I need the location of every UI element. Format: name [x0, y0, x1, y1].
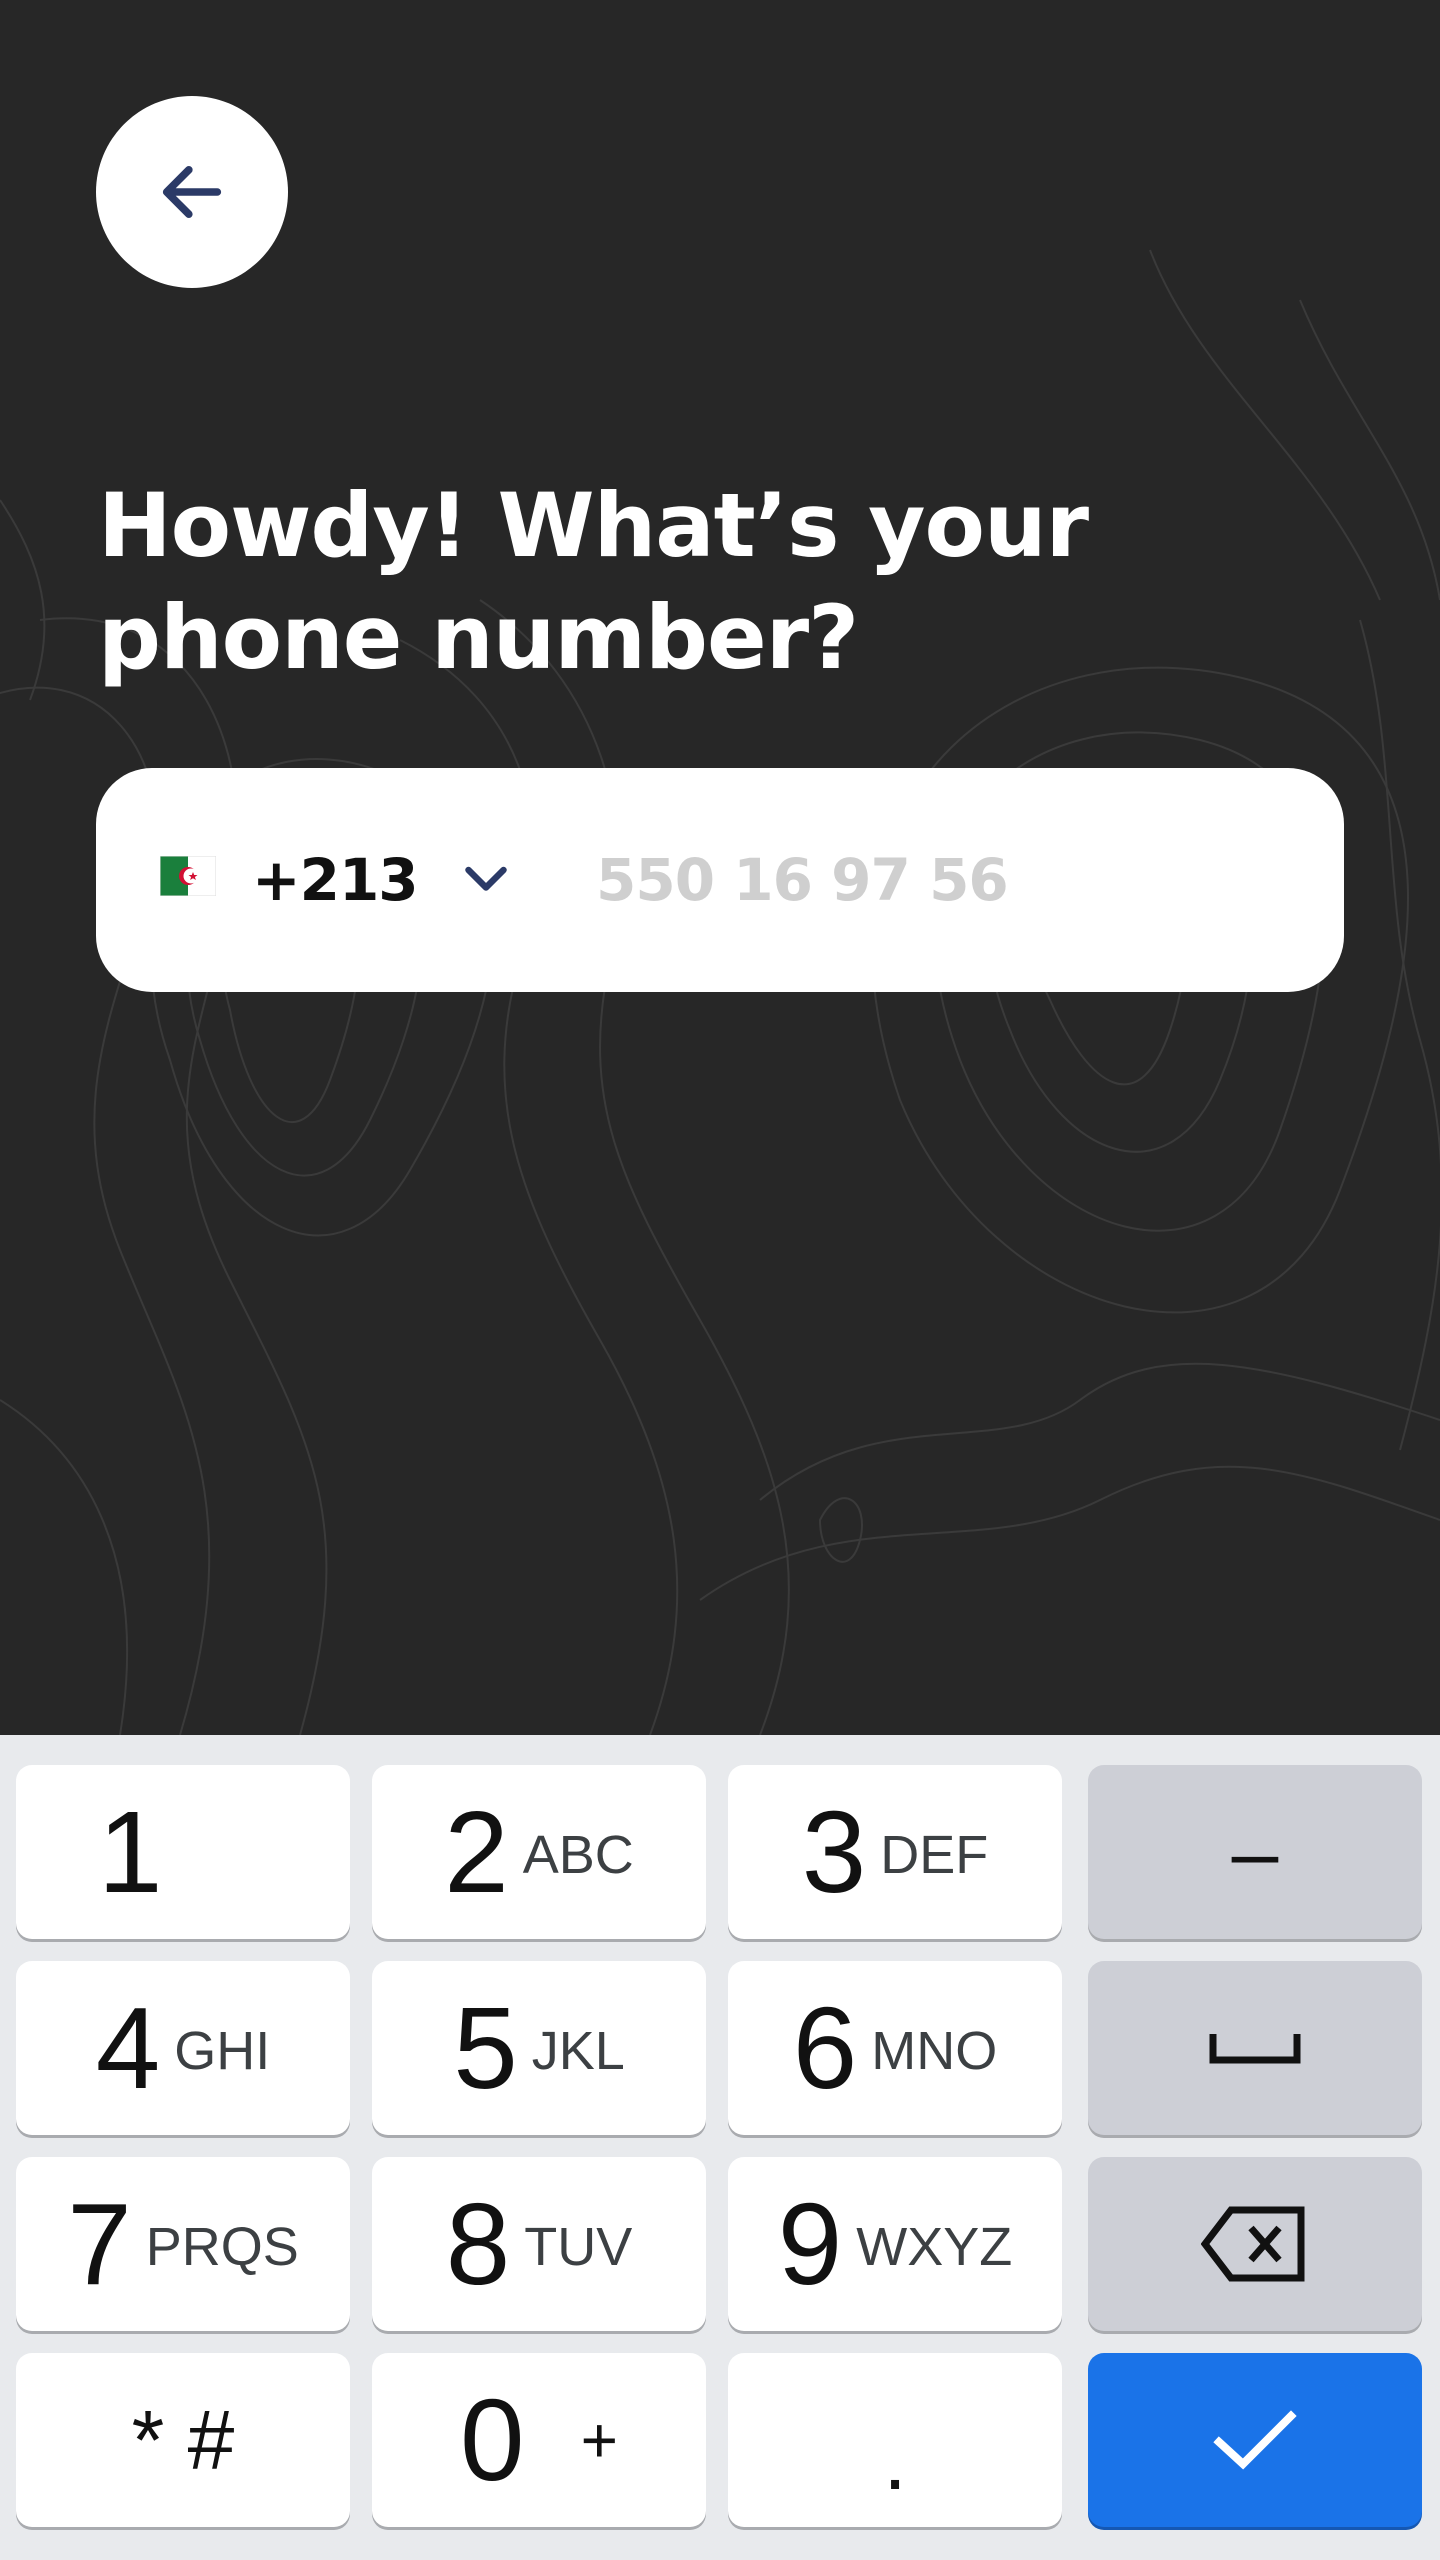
key-letters: GHI [174, 2021, 271, 2081]
key-digit: 0 [460, 2375, 525, 2505]
space-bar-icon [1209, 2034, 1301, 2064]
key-dot-label: . [883, 2412, 907, 2507]
key-letters: ABC [522, 1825, 634, 1885]
country-dropdown[interactable] [456, 850, 516, 910]
key-letters: JKL [531, 2021, 625, 2081]
key-1[interactable]: 1 [16, 1765, 350, 1939]
country-selector-flag[interactable] [160, 856, 216, 896]
key-dash[interactable]: – [1088, 1765, 1422, 1939]
key-4[interactable]: 4 GHI [16, 1961, 350, 2135]
key-digit: 5 [453, 1983, 518, 2113]
checkmark-icon [1213, 2410, 1297, 2470]
chevron-down-icon [465, 866, 507, 891]
key-digit: 7 [67, 2179, 132, 2309]
key-6[interactable]: 6 MNO [728, 1961, 1062, 2135]
key-dash-label: – [1231, 1804, 1279, 1899]
key-digit: 2 [444, 1787, 509, 1917]
phone-entry-screen: Howdy! What’s your phone number? +213 [0, 0, 1440, 1735]
key-plus-label: + [580, 2404, 618, 2476]
key-space[interactable] [1088, 1961, 1422, 2135]
key-dot[interactable]: . [728, 2353, 1062, 2527]
page-title: Howdy! What’s your phone number? [98, 470, 1298, 694]
key-3[interactable]: 3 DEF [728, 1765, 1062, 1939]
phone-number-input[interactable] [596, 830, 1296, 930]
back-button[interactable] [96, 96, 288, 288]
numeric-keyboard: 1 2 ABC 3 DEF – 4 GHI 5 JKL 6 MNO 7 PRQS… [0, 1735, 1440, 2560]
key-digit: 8 [445, 2179, 511, 2309]
key-0[interactable]: 0 + [372, 2353, 706, 2527]
backspace-icon [1201, 2206, 1305, 2282]
key-letters: TUV [524, 2217, 633, 2277]
key-digit: 3 [801, 1787, 867, 1917]
arrow-left-icon [162, 166, 222, 218]
key-digit: 4 [95, 1983, 161, 2113]
key-done[interactable] [1088, 2353, 1422, 2527]
page-title-line-1: Howdy! What’s your [98, 474, 1089, 577]
key-star-hash-label: * # [131, 2392, 235, 2487]
phone-number-field: +213 [96, 768, 1344, 992]
key-digit: 9 [777, 2179, 843, 2309]
key-letters: PRQS [145, 2217, 299, 2277]
key-7[interactable]: 7 PRQS [16, 2157, 350, 2331]
key-digit: 1 [98, 1787, 163, 1917]
key-digit: 6 [792, 1983, 858, 2113]
key-backspace[interactable] [1088, 2157, 1422, 2331]
key-5[interactable]: 5 JKL [372, 1961, 706, 2135]
key-letters: MNO [871, 2021, 998, 2081]
key-letters: WXYZ [856, 2217, 1013, 2277]
key-9[interactable]: 9 WXYZ [728, 2157, 1062, 2331]
page-title-line-2: phone number? [98, 586, 859, 689]
key-star-hash[interactable]: * # [16, 2353, 350, 2527]
key-2[interactable]: 2 ABC [372, 1765, 706, 1939]
key-8[interactable]: 8 TUV [372, 2157, 706, 2331]
key-letters: DEF [880, 1825, 989, 1885]
country-code[interactable]: +213 [252, 850, 419, 910]
algeria-flag-icon [160, 856, 216, 896]
